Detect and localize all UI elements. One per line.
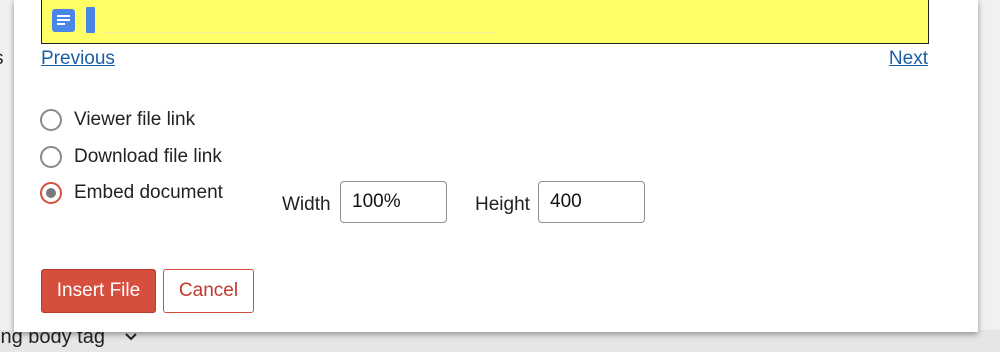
- insert-file-dialog: Previous Next Viewer file link Download …: [14, 0, 978, 332]
- background-bottom-edge: [0, 330, 1000, 352]
- cancel-button[interactable]: Cancel: [163, 269, 254, 313]
- previous-link[interactable]: Previous: [41, 48, 115, 70]
- option-download-file-link[interactable]: Download file link: [40, 146, 222, 168]
- width-input[interactable]: [340, 181, 447, 223]
- background-right-edge: [978, 0, 1000, 352]
- option-label: Viewer file link: [74, 109, 196, 130]
- text-cursor-bar: [86, 7, 95, 33]
- height-input[interactable]: [538, 181, 645, 223]
- option-viewer-file-link[interactable]: Viewer file link: [40, 109, 195, 131]
- chevron-down-icon: [125, 333, 137, 341]
- height-label: Height: [475, 194, 530, 215]
- radio-button-selected[interactable]: [40, 182, 62, 204]
- google-doc-icon: [52, 9, 75, 32]
- background-text-fragment: s: [0, 48, 4, 70]
- radio-button[interactable]: [40, 109, 62, 131]
- document-preview: [41, 0, 929, 44]
- radio-button[interactable]: [40, 146, 62, 168]
- insert-file-button[interactable]: Insert File: [41, 269, 156, 313]
- width-label: Width: [282, 194, 331, 215]
- option-label: Embed document: [74, 182, 223, 203]
- next-link[interactable]: Next: [889, 48, 928, 70]
- preview-line: [102, 32, 497, 33]
- option-label: Download file link: [74, 146, 222, 167]
- option-embed-document[interactable]: Embed document: [40, 182, 223, 204]
